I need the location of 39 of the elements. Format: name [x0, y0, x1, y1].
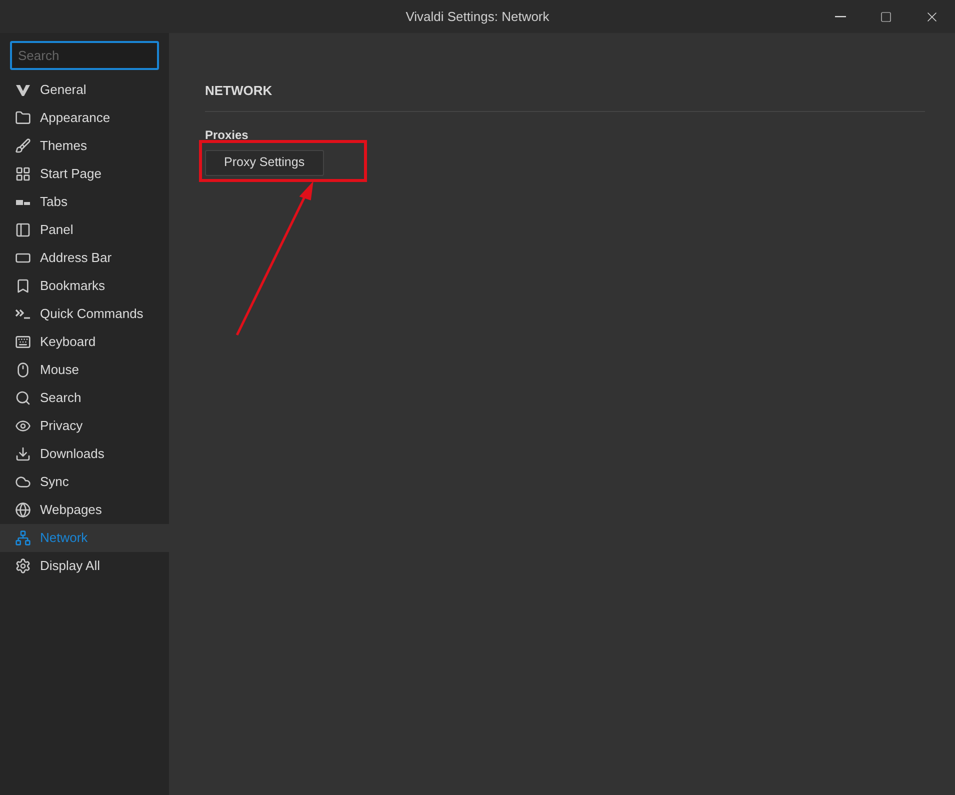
mouse-icon [15, 362, 31, 378]
network-icon [15, 530, 31, 546]
sidebar-item[interactable]: Downloads [0, 440, 169, 468]
proxy-settings-button[interactable]: Proxy Settings [205, 150, 324, 176]
cloud-icon [15, 474, 31, 490]
settings-icon [15, 558, 31, 574]
sidebar-item[interactable]: Webpages [0, 496, 169, 524]
search-field[interactable]: Search [10, 41, 159, 70]
sidebar-item[interactable]: Start Page [0, 160, 169, 188]
sidebar-item[interactable]: Address Bar [0, 244, 169, 272]
brush-icon [15, 138, 31, 154]
sidebar-item[interactable]: Display All [0, 552, 169, 580]
folder-icon [15, 110, 31, 126]
v-logo-icon [15, 82, 31, 98]
grid-icon [15, 166, 31, 182]
sidebar-item[interactable]: Quick Commands [0, 300, 169, 328]
sidebar-item[interactable]: Tabs [0, 188, 169, 216]
bookmark-icon [15, 278, 31, 294]
sidebar-item[interactable]: Search [0, 384, 169, 412]
download-icon [15, 446, 31, 462]
group-label: Proxies [205, 126, 248, 144]
sidebar-item[interactable]: Bookmarks [0, 272, 169, 300]
minimize-icon [834, 16, 846, 18]
maximize-icon [880, 10, 892, 22]
sidebar-item[interactable]: Keyboard [0, 328, 169, 356]
sidebar-item[interactable]: Panel [0, 216, 169, 244]
window-title: Vivaldi Settings: Network [406, 8, 550, 26]
section-heading: NETWORK [205, 81, 925, 112]
panel-icon [15, 222, 31, 238]
eye-icon [15, 418, 31, 434]
sidebar-item[interactable]: Appearance [0, 104, 169, 132]
keyboard-icon [15, 334, 31, 350]
globe-icon [15, 502, 31, 518]
sidebar-item[interactable]: Mouse [0, 356, 169, 384]
sidebar-item[interactable]: Sync [0, 468, 169, 496]
sidebar-item[interactable]: Themes [0, 132, 169, 160]
sidebar-item[interactable]: Privacy [0, 412, 169, 440]
sidebar-item[interactable]: General [0, 76, 169, 104]
search-icon [15, 390, 31, 406]
